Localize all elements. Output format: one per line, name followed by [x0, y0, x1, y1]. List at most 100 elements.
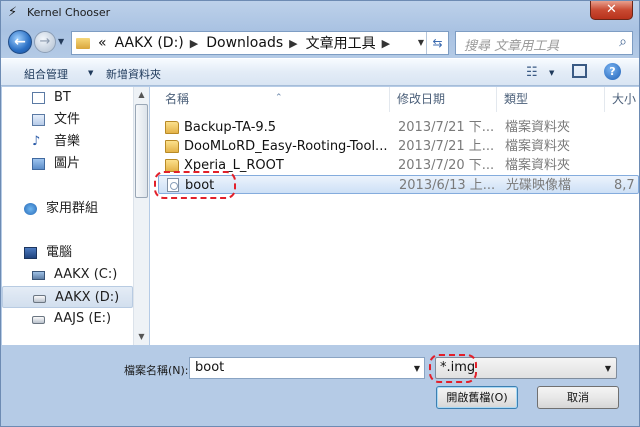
close-button[interactable]: ✕: [590, 1, 633, 20]
sidebar-item-homegroup[interactable]: 家用群組: [2, 198, 133, 220]
sidebar-item-drive-e[interactable]: AAJS (E:): [2, 308, 133, 330]
folder-icon: [76, 37, 90, 49]
file-row-backup-ta[interactable]: Backup-TA-9.5 2013/7/21 下... 檔案資料夾: [158, 118, 639, 137]
open-button[interactable]: 開啟舊檔(O): [436, 386, 518, 409]
column-header-label: 修改日期: [397, 92, 446, 106]
sidebar-item-label: 電腦: [46, 245, 73, 260]
refresh-icon: ⇆: [432, 36, 443, 50]
file-row-doomlord[interactable]: DooMLoRD_Easy-Rooting-Tool... 2013/7/21 …: [158, 137, 639, 156]
navigation-bar: ← → ▼ « AAKX (D:) ▶ Downloads ▶ 文章用工具 ▶ …: [1, 27, 639, 57]
sidebar-item-drive-d[interactable]: AAKX (D:): [2, 286, 133, 308]
chevron-down-icon[interactable]: ▼: [414, 364, 420, 373]
window-title: Kernel Chooser: [27, 6, 111, 19]
address-dropdown-button[interactable]: ▼: [418, 38, 424, 47]
documents-icon: [32, 114, 45, 126]
sidebar-item-label: 圖片: [54, 156, 81, 171]
filename-value: boot: [195, 360, 225, 375]
search-input[interactable]: 搜尋 文章用工具 ⌕: [455, 31, 633, 55]
breadcrumb-downloads[interactable]: Downloads: [206, 35, 283, 51]
music-icon: ♪: [32, 134, 41, 149]
sidebar-item-label: 家用群組: [46, 201, 99, 216]
breadcrumb-drive[interactable]: AAKX (D:): [115, 35, 184, 51]
chevron-down-icon[interactable]: ▼: [88, 69, 93, 77]
chevron-right-icon[interactable]: ▶: [190, 37, 198, 50]
sidebar-item-label: AAJS (E:): [54, 311, 112, 326]
homegroup-icon: [24, 203, 37, 215]
file-type: 光碟映像檔: [506, 178, 572, 193]
chevron-down-icon[interactable]: ▼: [605, 364, 611, 373]
sidebar-item-label: BT: [54, 90, 71, 105]
help-button[interactable]: ?: [604, 63, 621, 80]
file-type: 檔案資料夾: [505, 158, 571, 173]
arrow-left-icon: ←: [14, 34, 26, 50]
cancel-button[interactable]: 取消: [537, 386, 619, 409]
column-header-name[interactable]: 名稱 ⌃: [158, 87, 390, 112]
column-header-label: 大小: [612, 92, 637, 106]
sidebar-item-bt[interactable]: BT: [2, 87, 133, 109]
scrollbar-thumb[interactable]: [135, 104, 148, 198]
address-bar[interactable]: « AAKX (D:) ▶ Downloads ▶ 文章用工具 ▶ ▼ ⇆: [71, 31, 449, 55]
system-drive-icon: [32, 271, 45, 280]
navigation-pane: BT 文件 ♪ 音樂 圖片 家用群組 電腦 AAKX (C:) AAKX (D:: [2, 87, 149, 345]
lightning-icon: ⚡: [8, 5, 18, 20]
drive-icon: [33, 295, 46, 303]
file-type: 檔案資料夾: [505, 120, 571, 135]
navigation-scrollbar[interactable]: ▲ ▼: [133, 87, 149, 345]
file-name: DooMLoRD_Easy-Rooting-Tool...: [184, 139, 388, 154]
chevron-right-icon[interactable]: ▶: [289, 37, 297, 50]
new-folder-button[interactable]: 新增資料夾: [106, 66, 161, 82]
kernel-chooser-dialog: ⚡ Kernel Chooser ✕ ← → ▼ « AAKX (D:) ▶ D…: [0, 0, 640, 427]
sidebar-item-label: AAKX (D:): [55, 290, 120, 305]
search-icon[interactable]: ⌕: [619, 34, 627, 50]
breadcrumb-current-folder[interactable]: 文章用工具: [306, 33, 376, 53]
file-list: 名稱 ⌃ 修改日期 類型 大小 Backup-TA-9.5 2013/7/21 …: [150, 87, 639, 345]
command-toolbar: 組合管理 ▼ 新增資料夾 ☷ ▼ ?: [1, 58, 639, 86]
recent-pages-button[interactable]: ▼: [58, 37, 64, 46]
preview-pane-icon[interactable]: [572, 64, 587, 78]
folder-icon: [165, 121, 179, 134]
sidebar-item-label: 音樂: [54, 134, 81, 149]
back-button[interactable]: ←: [8, 30, 32, 54]
filename-label: 檔案名稱(N):: [124, 364, 189, 377]
file-date: 2013/7/20 下...: [398, 158, 495, 173]
sidebar-item-pictures[interactable]: 圖片: [2, 153, 133, 175]
scroll-down-icon[interactable]: ▼: [134, 329, 149, 345]
file-type: 檔案資料夾: [505, 139, 571, 154]
chevron-down-icon[interactable]: ▼: [549, 69, 554, 77]
column-header-size[interactable]: 大小: [605, 87, 639, 112]
highlight-annotation: [429, 354, 477, 383]
sidebar-item-documents[interactable]: 文件: [2, 109, 133, 131]
breadcrumb-overflow[interactable]: «: [98, 35, 107, 51]
search-placeholder: 搜尋 文章用工具: [464, 39, 560, 54]
view-options-icon[interactable]: ☷: [526, 65, 538, 80]
sidebar-item-label: AAKX (C:): [54, 267, 118, 282]
close-icon: ✕: [606, 2, 617, 17]
file-name-panel: 檔案名稱(N): boot ▼ *.img ▼ 開啟舊檔(O) 取消: [1, 346, 639, 426]
forward-button[interactable]: →: [34, 31, 56, 53]
pictures-icon: [32, 158, 45, 170]
column-header-type[interactable]: 類型: [497, 87, 605, 112]
file-name: Backup-TA-9.5: [184, 120, 277, 135]
chevron-right-icon[interactable]: ▶: [382, 37, 390, 50]
document-icon: [32, 92, 45, 104]
column-header-date[interactable]: 修改日期: [390, 87, 497, 112]
sort-arrow-icon: ⌃: [275, 93, 283, 103]
column-header-label: 類型: [504, 92, 529, 106]
drive-icon: [32, 316, 45, 324]
file-size: 8,7: [614, 178, 635, 193]
sidebar-item-computer[interactable]: 電腦: [2, 242, 133, 264]
folder-icon: [165, 140, 179, 153]
scroll-up-icon[interactable]: ▲: [134, 87, 149, 103]
organize-button[interactable]: 組合管理: [24, 66, 68, 82]
title-bar[interactable]: ⚡ Kernel Chooser ✕: [1, 1, 639, 25]
highlight-annotation: [154, 171, 236, 199]
arrow-right-icon: →: [39, 34, 51, 49]
sidebar-item-music[interactable]: ♪ 音樂: [2, 131, 133, 153]
computer-icon: [24, 247, 37, 259]
file-date: 2013/7/21 下...: [398, 120, 495, 135]
sidebar-item-drive-c[interactable]: AAKX (C:): [2, 264, 133, 286]
filename-input[interactable]: boot ▼: [189, 357, 425, 379]
file-date: 2013/6/13 上...: [399, 178, 496, 193]
refresh-button[interactable]: ⇆: [426, 32, 448, 54]
column-header-label: 名稱: [165, 92, 190, 106]
